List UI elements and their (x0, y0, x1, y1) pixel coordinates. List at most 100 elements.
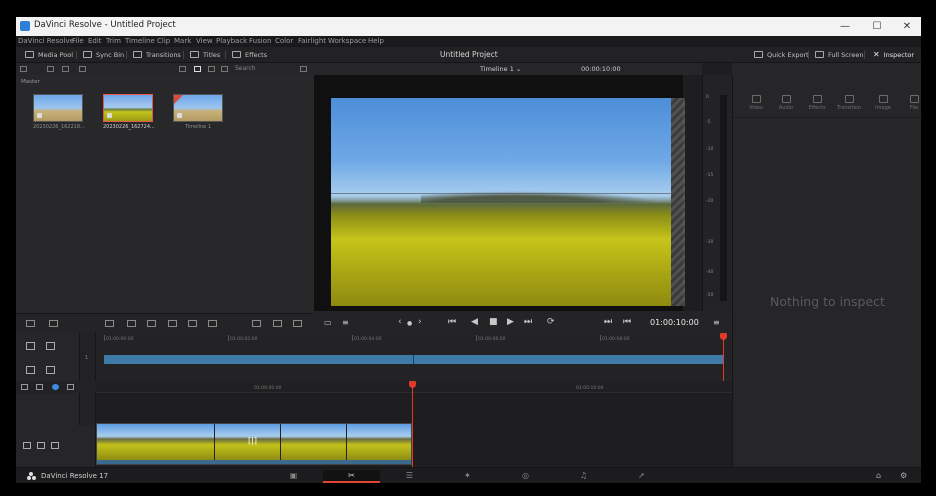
append-icon[interactable] (105, 320, 114, 327)
place-on-top-icon[interactable] (168, 320, 177, 327)
go-to-last-frame-button[interactable]: ⏭ (524, 318, 532, 327)
menu-davinci-resolve[interactable]: DaVinci Resolve (18, 37, 74, 45)
filmstrip-view-icon[interactable] (221, 66, 228, 72)
lower-playhead-handle[interactable] (409, 381, 416, 388)
video-only-icon[interactable] (46, 366, 55, 374)
menu-mark[interactable]: Mark (174, 37, 191, 45)
menu-playback[interactable]: Playback (216, 37, 247, 45)
media-clip-selected[interactable]: 20230226_162724... (103, 94, 155, 130)
inspector-tab-audio[interactable]: Audio (771, 95, 801, 111)
bin-options-icon[interactable] (79, 66, 86, 72)
sidebar-toggle-icon[interactable] (20, 66, 27, 72)
home-icon[interactable]: ⌂ (876, 471, 881, 480)
close-up-icon[interactable] (147, 320, 156, 327)
sort-icon[interactable] (300, 66, 307, 72)
inspector-tab-video[interactable]: Video (741, 95, 771, 111)
media-pool-button[interactable]: Media Pool (25, 50, 73, 60)
menu-fusion[interactable]: Fusion (249, 37, 271, 45)
inspector-tab-transition[interactable]: Transition (834, 95, 864, 111)
mark-out-icon[interactable]: ⏮ (623, 318, 631, 327)
import-folder-icon[interactable] (62, 66, 69, 72)
menu-help[interactable]: Help (368, 37, 384, 45)
lock-icon[interactable] (23, 442, 31, 449)
cut-page-button[interactable]: ✂ (323, 470, 380, 483)
import-media-icon[interactable] (47, 66, 54, 72)
transition-dissolve-icon[interactable] (252, 320, 261, 327)
inspector-tab-file[interactable]: File (899, 95, 929, 111)
upper-playhead-handle[interactable] (720, 333, 727, 340)
menu-clip[interactable]: Clip (157, 37, 170, 45)
track-view-icon[interactable] (67, 384, 74, 390)
play-reverse-button[interactable]: ◀ (471, 318, 478, 327)
timeline-clip[interactable]: Timeline 1 (173, 94, 223, 130)
source-overwrite-icon[interactable] (188, 320, 197, 327)
close-button[interactable]: ✕ (896, 19, 918, 34)
transition-wipe-icon[interactable] (293, 320, 302, 327)
viewer-options-icon[interactable]: ≡ (713, 318, 720, 327)
menu-view[interactable]: View (196, 37, 213, 45)
snapping-icon[interactable] (21, 384, 28, 390)
deliver-page-button[interactable]: ➚ (613, 470, 670, 483)
prev-edit-button[interactable]: ‹ (398, 318, 402, 327)
menu-bar: DaVinci Resolve File Edit Trim Timeline … (16, 36, 921, 47)
upper-timeline[interactable]: 01:00:00:00 01:00:02:00 01:00:04:00 01:0… (96, 333, 732, 381)
edit-page-button[interactable]: ☰ (381, 470, 438, 483)
upper-timeline-clip[interactable] (104, 355, 724, 364)
color-page-button[interactable]: ◎ (497, 470, 554, 483)
safe-area-icon[interactable]: ▭ (324, 318, 332, 327)
quick-export-button[interactable]: Quick Export (754, 50, 809, 60)
lower-playhead[interactable] (412, 381, 413, 467)
list-view-icon[interactable] (208, 66, 215, 72)
linked-selection-icon[interactable] (52, 384, 59, 390)
play-button[interactable]: ▶ (507, 318, 514, 327)
search-input[interactable]: Search (235, 65, 256, 72)
minimize-button[interactable]: — (834, 19, 856, 34)
audio-only-icon[interactable] (26, 366, 35, 374)
upper-playhead[interactable] (723, 337, 724, 381)
insert-icon[interactable] (208, 320, 217, 327)
media-page-button[interactable]: ▣ (265, 470, 322, 483)
menu-timeline[interactable]: Timeline (125, 37, 155, 45)
settings-icon[interactable]: ⚙ (900, 471, 907, 480)
menu-trim[interactable]: Trim (106, 37, 121, 45)
fairlight-page-button[interactable]: ♫ (555, 470, 612, 483)
timeline-selector[interactable]: Timeline 1 ⌄ (480, 65, 521, 73)
scissors-icon[interactable] (49, 320, 58, 327)
active-timeline-badge (174, 95, 183, 104)
thumbnail-view-icon[interactable] (194, 66, 201, 72)
transition-smooth-icon[interactable] (273, 320, 282, 327)
next-edit-button[interactable]: › (418, 318, 422, 327)
menu-edit[interactable]: Edit (88, 37, 102, 45)
fusion-page-button[interactable]: ✦ (439, 470, 496, 483)
smart-insert-icon[interactable] (26, 320, 35, 327)
sliders-icon[interactable]: ≡ (342, 318, 349, 327)
ripple-overwrite-icon[interactable] (127, 320, 136, 327)
menu-color[interactable]: Color (275, 37, 293, 45)
split-clip-icon[interactable] (26, 342, 35, 350)
inspector-tab-image[interactable]: Image (868, 95, 898, 111)
audio-scrub-icon[interactable] (36, 384, 43, 390)
effects-button[interactable]: Effects (232, 50, 267, 60)
media-clip[interactable]: 20230226_162218... (33, 94, 85, 130)
transitions-button[interactable]: Transitions (133, 50, 181, 60)
speaker-icon[interactable] (37, 442, 45, 449)
maximize-button[interactable]: ☐ (866, 19, 888, 34)
monitor-icon[interactable] (51, 442, 59, 449)
menu-fairlight[interactable]: Fairlight (298, 37, 326, 45)
sync-bin-button[interactable]: Sync Bin (83, 50, 124, 60)
menu-workspace[interactable]: Workspace (328, 37, 366, 45)
lower-timeline[interactable]: 01:00:00:00 01:00:10:00 [|] (96, 381, 732, 467)
loop-button[interactable]: ⟳ (547, 318, 555, 327)
mark-in-icon[interactable]: ⏭ (604, 318, 612, 327)
inspector-tab-effects[interactable]: Effects (802, 95, 832, 111)
toolbar-divider (864, 51, 865, 59)
media-pool-label: Media Pool (38, 51, 74, 59)
go-to-first-frame-button[interactable]: ⏮ (448, 318, 456, 327)
stop-button[interactable]: ■ (489, 318, 498, 327)
full-screen-button[interactable]: Full Screen (815, 50, 864, 60)
metadata-view-icon[interactable] (179, 66, 186, 72)
menu-file[interactable]: File (72, 37, 84, 45)
trim-tool-icon[interactable] (46, 342, 55, 350)
titles-button[interactable]: Titles (190, 50, 220, 60)
inspector-button[interactable]: ✕ Inspector (873, 50, 914, 60)
